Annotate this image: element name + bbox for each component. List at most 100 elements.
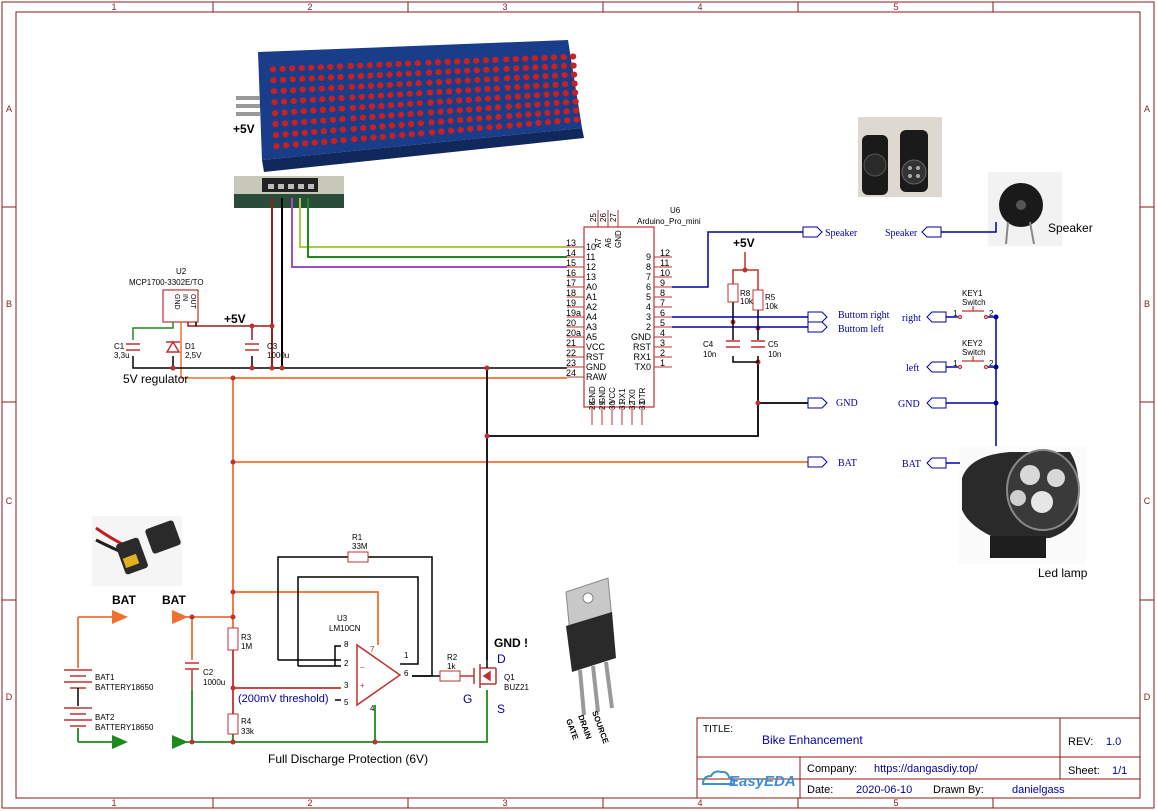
drawn-value: danielgass xyxy=(1012,784,1065,796)
battery-bat1 xyxy=(64,669,92,706)
arduino-pin-num: 15 xyxy=(566,258,576,268)
arduino-pin-num: 6 xyxy=(660,308,665,318)
resistor-r4 xyxy=(227,713,239,735)
sheet-label: Sheet: xyxy=(1068,765,1100,777)
speaker-lead xyxy=(941,222,997,233)
r4-val: 33k xyxy=(241,727,255,736)
col-label: 3 xyxy=(502,2,507,12)
to220-pin-label: SOURCE xyxy=(590,710,610,746)
r1-val: 33M xyxy=(352,542,368,551)
arduino-pin-num: 19a xyxy=(566,308,581,318)
arduino-pin-name: A4 xyxy=(586,312,597,322)
arduino-pin-name: RST xyxy=(586,352,605,362)
svg-text:Buttom left: Buttom left xyxy=(838,324,884,335)
resistor-r8 xyxy=(727,283,739,303)
arduino-pin-num: 22 xyxy=(566,348,576,358)
bat-arrow-orange xyxy=(112,610,128,624)
arduino-pin-name: 6 xyxy=(646,282,651,292)
arduino-pin-num: 1 xyxy=(660,358,665,368)
resistor-r1 xyxy=(347,551,369,563)
u3-pin: 6 xyxy=(404,669,409,678)
date-value: 2020-06-10 xyxy=(856,784,912,796)
col-label: 1 xyxy=(111,798,116,808)
c1-ref: C1 xyxy=(114,342,125,351)
arduino-u6: 13 1014 1115 1216 1317 A018 A119 A219a A420 A320a… xyxy=(566,210,672,425)
plus5v-label: +5V xyxy=(233,122,255,136)
svg-text:Speaker: Speaker xyxy=(885,228,918,239)
row-label: A xyxy=(1144,104,1150,114)
r5-val: 10k xyxy=(765,302,779,311)
bat1-ref: BAT1 xyxy=(95,673,115,682)
net-port-speaker-in: Speaker xyxy=(885,226,942,239)
zener-d1 xyxy=(165,340,181,353)
arduino-pin-name: VCC xyxy=(586,342,606,352)
arduino-pin-name: A5 xyxy=(586,332,597,342)
resistor-r2 xyxy=(439,670,461,682)
svg-text:BAT: BAT xyxy=(838,458,857,469)
u3-pin: 8 xyxy=(344,640,349,649)
arduino-pin-name: A6 xyxy=(604,238,613,248)
arduino-pin-name: RX1 xyxy=(618,388,627,404)
arduino-pin-name: 5 xyxy=(646,292,651,302)
u3-pin: 7 xyxy=(370,645,375,654)
col-label: 5 xyxy=(893,798,898,808)
capacitor-c1 xyxy=(126,343,140,351)
arduino-pin-num: 11 xyxy=(660,258,669,268)
net-port-bat-out: BAT xyxy=(807,456,857,469)
bat1-val: BATTERY18650 xyxy=(95,683,154,692)
arduino-pin-name: GND xyxy=(588,386,597,404)
title-label: TITLE: xyxy=(703,724,733,735)
schematic-sheet: 1 2 3 4 5 1 2 3 4 5 A B C D A B C D +5V … xyxy=(1,1,1155,809)
drawn-label: Drawn By: xyxy=(933,784,984,796)
u2-pin: GND xyxy=(173,294,180,310)
col-label: 4 xyxy=(697,798,702,808)
net-port-btn-left: Buttom left xyxy=(807,321,884,335)
arduino-pin-num: 21 xyxy=(566,338,576,348)
net-port-left-in: left xyxy=(906,361,947,374)
arduino-pin-num: 24 xyxy=(566,368,576,378)
arduino-pin-num: 13 xyxy=(566,238,576,248)
c2-ref: C2 xyxy=(203,668,214,677)
c4-val: 10n xyxy=(703,350,716,359)
battery-bat2 xyxy=(64,707,92,727)
u3-pin: 1 xyxy=(404,651,409,660)
threshold-label: (200mV threshold) xyxy=(238,693,329,705)
d1-ref: D1 xyxy=(185,342,196,351)
r4-ref: R4 xyxy=(241,717,252,726)
bat2-ref: BAT2 xyxy=(95,713,115,722)
u2-pin: IN xyxy=(181,294,188,301)
arduino-pin-name: 8 xyxy=(646,262,651,272)
gnd-warning: GND ! xyxy=(494,636,528,650)
led-lamp-photo xyxy=(958,446,1086,564)
arduino-pin-num: 27 xyxy=(609,213,618,222)
u3-pin: 2 xyxy=(344,659,349,668)
r3-val: 1M xyxy=(241,642,252,651)
mosfet-source-label: S xyxy=(497,702,505,716)
switch-pin: 1 xyxy=(953,359,958,368)
svg-text:left: left xyxy=(906,363,920,374)
title-value: Bike Enhancement xyxy=(762,733,863,747)
u6-ref: U6 xyxy=(670,206,681,215)
arduino-pin-num: 14 xyxy=(566,248,576,258)
arduino-pin-num: 10 xyxy=(660,268,670,278)
bat2-val: BATTERY18650 xyxy=(95,723,154,732)
arduino-pin-name: 13 xyxy=(586,272,596,282)
regulator-caption: 5V regulator xyxy=(123,372,188,386)
row-label: C xyxy=(6,496,13,506)
opamp-u3: − + xyxy=(356,643,402,707)
c5-ref: C5 xyxy=(768,340,779,349)
svg-text:Speaker: Speaker xyxy=(825,228,858,239)
net-port-gnd-out: GND xyxy=(807,397,858,409)
arduino-pin-num: 4 xyxy=(660,328,665,338)
mosfet-q1 xyxy=(473,664,497,688)
svg-text:EasyEDA: EasyEDA xyxy=(729,773,796,790)
net-port-btn-right: Buttom right xyxy=(807,310,890,323)
col-label: 4 xyxy=(697,2,702,12)
battery-connector-photo xyxy=(92,516,182,586)
arduino-pin-name: 12 xyxy=(586,262,596,272)
connector-photo xyxy=(858,117,942,197)
plus5v-label: +5V xyxy=(224,312,246,326)
arduino-pin-name: TX0 xyxy=(634,362,651,372)
r3-ref: R3 xyxy=(241,633,252,642)
arduino-pin-name: 2 xyxy=(646,322,651,332)
